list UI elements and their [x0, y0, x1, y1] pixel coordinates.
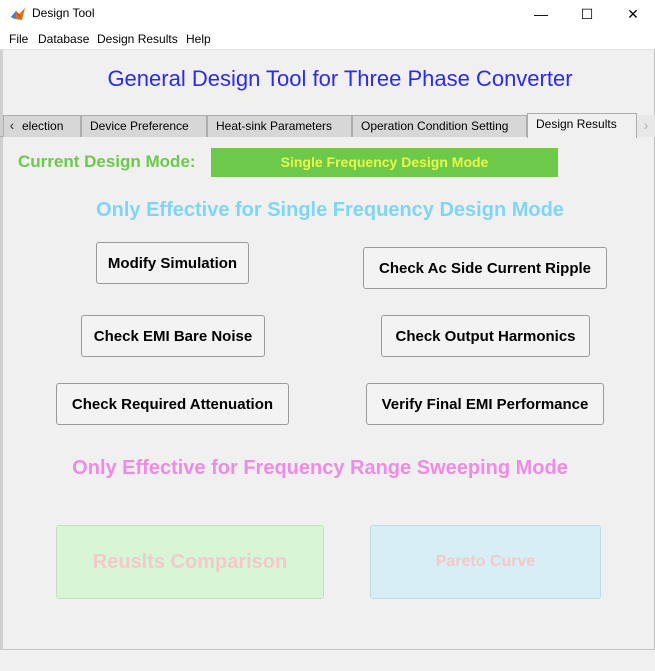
page-title: General Design Tool for Three Phase Conv…	[107, 66, 573, 91]
tab-label: Design Results	[536, 117, 617, 131]
pareto-curve-button[interactable]: Pareto Curve	[370, 525, 601, 599]
results-comparison-button[interactable]: Reuslts Comparison	[56, 525, 324, 599]
menu-help[interactable]: Help	[186, 32, 211, 46]
check-attenuation-button[interactable]: Check Required Attenuation	[56, 383, 289, 425]
check-emi-noise-button[interactable]: Check EMI Bare Noise	[81, 315, 265, 357]
frequency-range-heading: Only Effective for Frequency Range Sweep…	[72, 457, 568, 479]
tab-label: Heat-sink Parameters	[216, 119, 333, 133]
window-frame-left	[0, 50, 3, 650]
menu-design-results[interactable]: Design Results	[97, 32, 178, 46]
tab-operation-condition-setting[interactable]: Operation Condition Setting	[352, 115, 527, 137]
matlab-icon	[11, 8, 25, 20]
current-design-mode-value: Single Frequency Design Mode	[211, 148, 558, 177]
verify-emi-button[interactable]: Verify Final EMI Performance	[366, 383, 604, 425]
minimize-button[interactable]: —	[518, 0, 564, 28]
title-bar: Design Tool — ☐ ✕	[0, 0, 655, 28]
close-button[interactable]: ✕	[610, 0, 655, 28]
tab-label: Device Preference	[90, 119, 189, 133]
menu-bar: File Database Design Results Help	[0, 28, 655, 50]
modify-simulation-button[interactable]: Modify Simulation	[96, 242, 249, 284]
tab-strip: election ‹ Device Preference Heat-sink P…	[0, 113, 655, 138]
maximize-button[interactable]: ☐	[564, 0, 610, 28]
tab-device-preference[interactable]: Device Preference	[81, 115, 207, 137]
check-ac-ripple-button[interactable]: Check Ac Side Current Ripple	[363, 247, 607, 289]
current-design-mode-label: Current Design Mode:	[18, 152, 196, 171]
single-frequency-heading: Only Effective for Single Frequency Desi…	[96, 199, 564, 221]
tab-scroll-right-icon[interactable]: ›	[637, 115, 655, 137]
tab-design-results[interactable]: Design Results	[527, 113, 637, 138]
window-title: Design Tool	[32, 6, 95, 20]
check-harmonics-button[interactable]: Check Output Harmonics	[381, 315, 590, 357]
menu-file[interactable]: File	[9, 32, 28, 46]
menu-database[interactable]: Database	[38, 32, 89, 46]
bottom-divider	[3, 649, 654, 650]
tab-label: Operation Condition Setting	[361, 119, 509, 133]
tab-scroll-left-icon[interactable]: ‹	[3, 115, 21, 137]
tab-heat-sink-parameters[interactable]: Heat-sink Parameters	[207, 115, 352, 137]
tab-label: election	[22, 119, 64, 133]
